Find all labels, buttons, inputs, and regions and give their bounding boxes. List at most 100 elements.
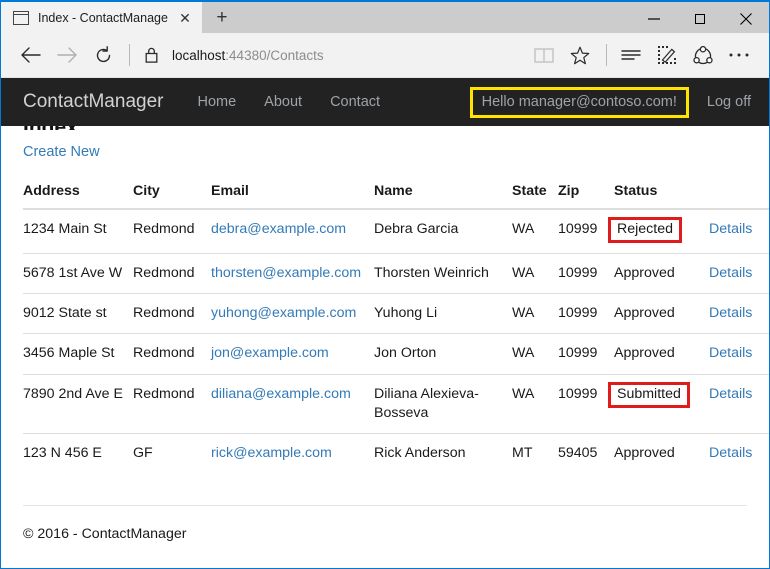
cell-zip: 10999 (558, 209, 614, 254)
site-brand[interactable]: ContactManager (23, 91, 163, 113)
cell-email-value[interactable]: thorsten@example.com (211, 265, 361, 281)
forward-arrow-icon[interactable] (49, 37, 85, 73)
nav-link-contact[interactable]: Contact (330, 94, 380, 110)
column-header-status: Status (614, 175, 709, 209)
cell-email: diliana@example.com (211, 374, 374, 433)
cell-zip: 10999 (558, 334, 614, 374)
page-title: Index (23, 126, 747, 130)
column-header-address: Address (23, 175, 133, 209)
cell-address-value: 9012 State st (23, 305, 107, 321)
tab-strip: Index - ContactManage ✕ + (1, 0, 769, 33)
table-row: 9012 State st Redmondyuhong@example.com Yu… (23, 294, 769, 334)
cell-city-value: Redmond (133, 345, 195, 361)
url-host: localhost (172, 48, 225, 63)
cell-city: Redmond (133, 209, 211, 254)
cell-zip-value: 10999 (558, 386, 597, 402)
cell-name: Rick Anderson (374, 433, 512, 473)
nav-link-home[interactable]: Home (197, 94, 236, 110)
cell-address-value: 5678 1st Ave W (23, 265, 122, 281)
column-header-name: Name (374, 175, 512, 209)
cell-email-value[interactable]: yuhong@example.com (211, 305, 356, 321)
cell-city: Redmond (133, 294, 211, 334)
column-header-zip: Zip (558, 175, 614, 209)
cell-status: Approved (614, 433, 709, 473)
cell-address: 123 N 456 E (23, 433, 133, 473)
cell-zip: 10999 (558, 294, 614, 334)
create-new-link[interactable]: Create New (23, 144, 100, 160)
column-header-actions (709, 175, 769, 209)
page-footer: © 2016 - ContactManager (23, 505, 747, 542)
close-window-button[interactable] (723, 2, 769, 35)
cell-email: thorsten@example.com (211, 254, 374, 294)
cell-name-value: Yuhong Li (374, 305, 437, 321)
cell-details-value[interactable]: Details (709, 445, 752, 461)
cell-details-value[interactable]: Details (709, 305, 752, 321)
cell-details: Details (709, 334, 769, 374)
toolbar-divider (129, 44, 130, 66)
star-icon[interactable] (562, 37, 598, 73)
minimize-button[interactable] (631, 2, 677, 35)
status-badge: Approved (614, 305, 675, 321)
hub-lines-icon[interactable] (613, 37, 649, 73)
cell-zip: 10999 (558, 374, 614, 433)
book-icon[interactable] (526, 37, 562, 73)
log-off-link[interactable]: Log off (707, 94, 755, 110)
cell-email-value[interactable]: rick@example.com (211, 445, 332, 461)
tab-title: Index - ContactManage (38, 11, 168, 25)
cell-city-value: Redmond (133, 221, 195, 237)
table-head: Address City Email Name State Zip Status (23, 175, 769, 209)
cell-address: 7890 2nd Ave E (23, 374, 133, 433)
cell-details-value[interactable]: Details (709, 221, 752, 237)
cell-city: Redmond (133, 374, 211, 433)
nav-link-about[interactable]: About (264, 94, 302, 110)
site-navbar: ContactManager Home About Contact Hello … (1, 78, 769, 126)
cell-details-value[interactable]: Details (709, 345, 752, 361)
cell-state: WA (512, 334, 558, 374)
cell-state-value: WA (512, 386, 534, 402)
cell-details-value[interactable]: Details (709, 386, 752, 402)
cell-name-value: Rick Anderson (374, 445, 465, 461)
toolbar-actions (526, 37, 757, 73)
close-icon[interactable]: ✕ (177, 11, 193, 25)
cell-status: Approved (614, 254, 709, 294)
maximize-button[interactable] (677, 2, 723, 35)
user-greeting-link[interactable]: Hello manager@contoso.com! (482, 94, 677, 110)
cell-email-value[interactable]: diliana@example.com (211, 386, 351, 402)
cell-city: Redmond (133, 254, 211, 294)
cell-email-value[interactable]: debra@example.com (211, 221, 346, 237)
page-content: Index Create New Address City Email Name… (1, 126, 769, 568)
cell-name: Diliana Alexieva-Bosseva (374, 374, 512, 433)
cell-address: 9012 State st (23, 294, 133, 334)
cell-state: WA (512, 209, 558, 254)
refresh-icon[interactable] (85, 37, 121, 73)
cell-status: Approved (614, 294, 709, 334)
cell-city: Redmond (133, 334, 211, 374)
table-row: 5678 1st Ave W Redmondthorsten@example.co… (23, 254, 769, 294)
cell-name-value: Thorsten Weinrich (374, 265, 489, 281)
cell-details-value[interactable]: Details (709, 265, 752, 281)
cell-status: Rejected (614, 209, 709, 254)
new-tab-button[interactable]: + (202, 2, 242, 33)
address-bar[interactable]: localhost:44380/Contacts (166, 37, 526, 73)
cell-state: WA (512, 374, 558, 433)
cell-address-value: 7890 2nd Ave E (23, 386, 123, 402)
page-icon (13, 11, 29, 25)
cell-status: Approved (614, 334, 709, 374)
maximize-icon (695, 14, 705, 24)
cell-zip: 10999 (558, 254, 614, 294)
cell-state-value: WA (512, 221, 534, 237)
cell-details: Details (709, 254, 769, 294)
status-badge-highlighted: Submitted (608, 382, 690, 408)
cell-city: GF (133, 433, 211, 473)
cell-details: Details (709, 294, 769, 334)
ellipsis-icon[interactable] (721, 37, 757, 73)
cell-email: debra@example.com (211, 209, 374, 254)
cell-email-value[interactable]: jon@example.com (211, 345, 329, 361)
pencil-note-icon[interactable] (649, 37, 685, 73)
share-icon[interactable] (685, 37, 721, 73)
cell-status: Submitted (614, 374, 709, 433)
back-arrow-icon[interactable] (13, 37, 49, 73)
table-row: 3456 Maple StRedmondjon@example.comJon O… (23, 334, 769, 374)
cell-name: Jon Orton (374, 334, 512, 374)
browser-tab[interactable]: Index - ContactManage ✕ (1, 2, 202, 33)
